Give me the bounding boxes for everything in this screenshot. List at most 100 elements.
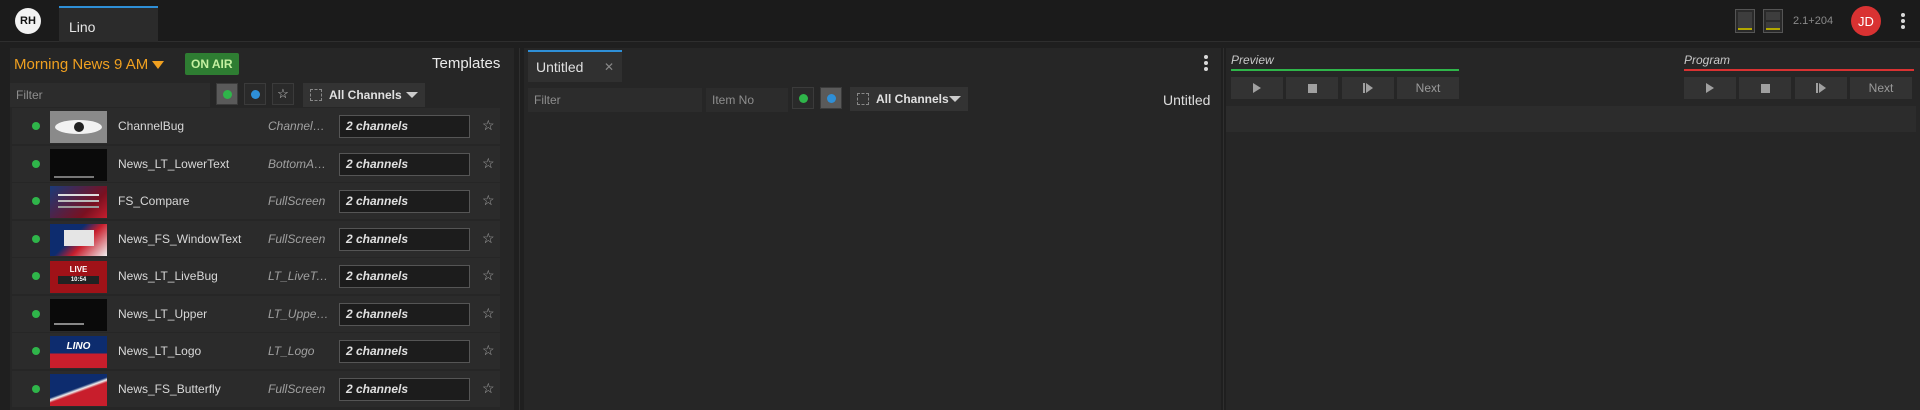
template-name: FS_Compare bbox=[118, 194, 190, 208]
template-category: LT_LiveText bbox=[268, 269, 330, 283]
app-menu-icon[interactable] bbox=[1901, 13, 1905, 31]
template-row[interactable]: LINO News_LT_Logo LT_Logo 2 channels ☆ bbox=[12, 333, 500, 369]
template-row[interactable]: LIVE 10:54 News_LT_LiveBug LT_LiveText 2 cha… bbox=[12, 258, 500, 294]
panel-divider bbox=[1223, 48, 1224, 410]
template-channels-field[interactable]: 2 channels bbox=[339, 190, 470, 213]
panel-divider bbox=[519, 48, 520, 410]
templates-channels-dropdown[interactable]: All Channels bbox=[303, 83, 425, 107]
star-icon: ☆ bbox=[277, 86, 289, 101]
template-row[interactable]: News_LT_Upper LT_UpperText 2 channels ☆ bbox=[12, 295, 500, 332]
version-label: 2.1+204 bbox=[1793, 15, 1834, 27]
template-category: LT_Logo bbox=[268, 344, 315, 358]
program-play-button[interactable] bbox=[1684, 77, 1736, 99]
preview-label: Preview bbox=[1231, 53, 1274, 67]
preview-stop-button[interactable] bbox=[1286, 77, 1338, 99]
status-dot-icon bbox=[32, 197, 40, 205]
status-dot-icon bbox=[32, 159, 40, 168]
program-step-button[interactable] bbox=[1795, 77, 1847, 99]
show-selector[interactable]: Morning News 9 AM bbox=[14, 56, 165, 73]
template-name: News_FS_Butterfly bbox=[118, 381, 221, 396]
status-dot-icon bbox=[32, 122, 40, 130]
app-logo[interactable]: RH bbox=[15, 8, 41, 34]
favorite-star-icon[interactable]: ☆ bbox=[482, 380, 495, 397]
program-stop-button[interactable] bbox=[1739, 77, 1791, 99]
template-category: LT_UpperText bbox=[268, 306, 330, 321]
user-avatar[interactable]: JD bbox=[1851, 6, 1881, 36]
blue-dot-icon bbox=[250, 89, 260, 99]
channels-icon bbox=[310, 89, 322, 101]
status-dot-icon bbox=[32, 384, 40, 393]
template-category: FullScreen bbox=[268, 381, 326, 396]
template-row[interactable]: News_FS_Butterfly FullScreen 2 channels ☆ bbox=[12, 370, 500, 407]
show-name: Morning News 9 AM bbox=[14, 56, 149, 73]
chevron-down-icon bbox=[949, 96, 961, 102]
on-air-badge: ON AIR bbox=[185, 53, 239, 75]
template-row[interactable]: FS_Compare FullScreen 2 channels ☆ bbox=[12, 183, 500, 219]
preview-step-button[interactable] bbox=[1342, 77, 1394, 99]
thumbnail-text: LINO bbox=[66, 341, 91, 352]
playlist-green-toggle[interactable] bbox=[792, 87, 814, 109]
template-category: FullScreen bbox=[268, 231, 326, 246]
item-no-input[interactable]: Item No bbox=[706, 88, 788, 112]
favorite-star-icon[interactable]: ☆ bbox=[482, 305, 495, 322]
template-name: News_LT_LiveBug bbox=[118, 269, 218, 283]
top-bar: RH Lino 2.1+204 JD bbox=[0, 0, 1920, 42]
tab-lino[interactable]: Lino bbox=[59, 6, 158, 42]
template-category: BottomArea bbox=[268, 156, 330, 171]
channels-label: All Channels bbox=[329, 88, 402, 102]
template-channels-field[interactable]: 2 channels bbox=[339, 302, 470, 326]
layout-single-icon[interactable] bbox=[1735, 9, 1755, 33]
caret-down-icon bbox=[152, 61, 165, 70]
template-channels-field[interactable]: 2 channels bbox=[339, 340, 470, 363]
playlist-filter-input[interactable]: Filter bbox=[528, 88, 702, 112]
favorite-star-icon[interactable]: ☆ bbox=[482, 230, 495, 247]
template-thumbnail bbox=[50, 223, 107, 256]
favorite-star-icon[interactable]: ☆ bbox=[482, 117, 495, 134]
output-panel bbox=[1226, 48, 1920, 410]
template-thumbnail: LINO bbox=[50, 336, 107, 368]
favorite-star-icon[interactable]: ☆ bbox=[482, 267, 495, 284]
status-dot-icon bbox=[32, 309, 40, 318]
templates-title: Templates bbox=[432, 55, 501, 72]
favorite-star-icon[interactable]: ☆ bbox=[482, 155, 495, 172]
templates-filter-input[interactable]: Filter bbox=[10, 83, 210, 107]
template-row[interactable]: News_FS_WindowText FullScreen 2 channels ☆ bbox=[12, 220, 500, 257]
template-category: ChannelBug bbox=[268, 119, 330, 133]
template-channels-field[interactable]: 2 channels bbox=[339, 377, 470, 401]
filter-green-toggle[interactable] bbox=[216, 83, 238, 105]
template-thumbnail bbox=[50, 111, 107, 143]
green-dot-icon bbox=[222, 89, 232, 99]
template-thumbnail bbox=[50, 373, 107, 406]
play-icon bbox=[1253, 83, 1261, 93]
filter-favorites-toggle[interactable]: ☆ bbox=[272, 83, 294, 105]
template-row[interactable]: News_LT_LowerText BottomArea 2 channels ☆ bbox=[12, 145, 500, 182]
step-icon bbox=[1363, 83, 1373, 93]
program-label: Program bbox=[1684, 53, 1731, 67]
template-row[interactable]: ChannelBug ChannelBug 2 channels ☆ bbox=[12, 108, 500, 144]
program-next-button[interactable]: Next bbox=[1850, 77, 1912, 99]
filter-blue-toggle[interactable] bbox=[244, 83, 266, 105]
template-channels-field[interactable]: 2 channels bbox=[339, 115, 470, 138]
channels-label: All Channels bbox=[876, 92, 949, 106]
template-thumbnail: LIVE 10:54 bbox=[50, 261, 107, 293]
favorite-star-icon[interactable]: ☆ bbox=[482, 192, 495, 209]
preview-play-button[interactable] bbox=[1231, 77, 1283, 99]
preview-indicator bbox=[1231, 69, 1459, 71]
playlist-title: Untitled bbox=[1163, 92, 1211, 108]
template-channels-field[interactable]: 2 channels bbox=[339, 227, 470, 251]
playlist-blue-toggle[interactable] bbox=[820, 87, 842, 109]
tab-untitled[interactable]: Untitled ✕ bbox=[528, 50, 622, 82]
close-icon[interactable]: ✕ bbox=[604, 60, 614, 74]
template-name: News_LT_Upper bbox=[118, 306, 208, 321]
preview-next-button[interactable]: Next bbox=[1397, 77, 1459, 99]
template-channels-field[interactable]: 2 channels bbox=[339, 265, 470, 288]
play-icon bbox=[1706, 83, 1714, 93]
playlist-menu-icon[interactable] bbox=[1204, 55, 1208, 73]
playlist-channels-dropdown[interactable]: All Channels bbox=[850, 87, 968, 111]
template-name: News_LT_LowerText bbox=[118, 156, 230, 171]
layout-split-icon[interactable] bbox=[1763, 9, 1783, 33]
favorite-star-icon[interactable]: ☆ bbox=[482, 342, 495, 359]
template-channels-field[interactable]: 2 channels bbox=[339, 152, 470, 176]
step-icon bbox=[1816, 83, 1826, 93]
template-name: ChannelBug bbox=[118, 119, 185, 133]
